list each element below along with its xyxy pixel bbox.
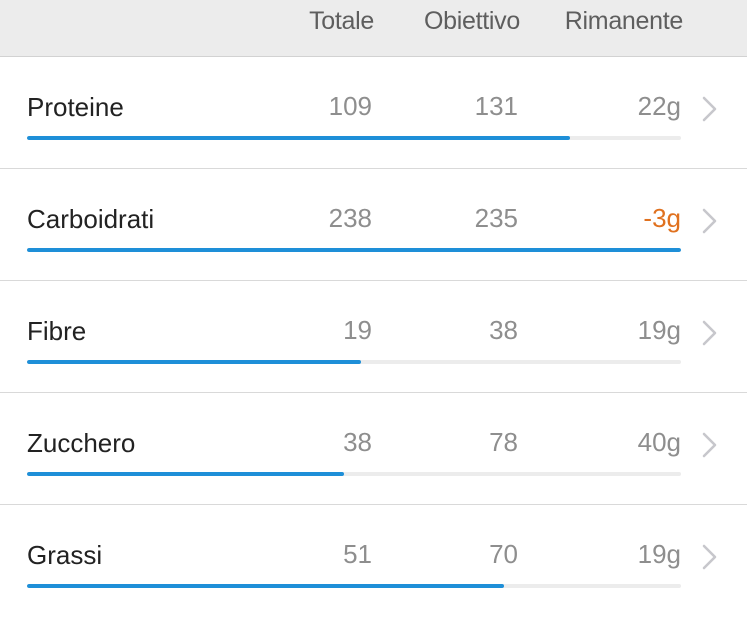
nutrient-goal: 131	[474, 91, 518, 121]
header-total: Totale	[309, 7, 374, 35]
progress-track	[27, 360, 681, 364]
nutrient-total: 51	[343, 539, 372, 569]
nutrient-row-grassi[interactable]: Grassi 51 70 19g	[0, 505, 747, 617]
nutrient-name: Fibre	[27, 316, 87, 346]
progress-track	[27, 472, 681, 476]
nutrient-remaining: -3g	[643, 203, 681, 233]
nutrient-name: Proteine	[27, 92, 124, 122]
nutrient-remaining: 22g	[637, 91, 681, 121]
chevron-right-icon	[702, 208, 717, 234]
column-header: Totale Obiettivo Rimanente	[0, 0, 747, 57]
progress-track	[27, 584, 681, 588]
progress-fill	[27, 360, 361, 364]
nutrient-goal: 235	[474, 203, 518, 233]
nutrient-remaining: 19g	[637, 539, 681, 569]
progress-fill	[27, 584, 505, 588]
chevron-right-icon	[702, 96, 717, 122]
nutrient-goal: 38	[489, 315, 518, 345]
nutrient-row-zucchero[interactable]: Zucchero 38 78 40g	[0, 393, 747, 505]
nutrient-name: Zucchero	[27, 428, 136, 458]
chevron-right-icon	[702, 544, 717, 570]
progress-fill	[27, 472, 345, 476]
nutrient-row-fibre[interactable]: Fibre 19 38 19g	[0, 281, 747, 393]
nutrient-row-carboidrati[interactable]: Carboidrati 238 235 -3g	[0, 169, 747, 281]
nutrient-goal: 78	[489, 427, 518, 457]
progress-fill	[27, 136, 570, 140]
chevron-right-icon	[702, 320, 717, 346]
nutrient-total: 19	[343, 315, 372, 345]
nutrient-total: 38	[343, 427, 372, 457]
nutrient-name: Grassi	[27, 540, 103, 570]
nutrient-remaining: 19g	[637, 315, 681, 345]
progress-track	[27, 136, 681, 140]
nutrient-total: 238	[328, 203, 372, 233]
nutrient-total: 109	[328, 91, 372, 121]
progress-track	[27, 248, 681, 252]
nutrient-remaining: 40g	[637, 427, 681, 457]
progress-fill	[27, 248, 681, 252]
nutrient-row-proteine[interactable]: Proteine 109 131 22g	[0, 57, 747, 169]
nutrient-goal: 70	[489, 539, 518, 569]
header-goal: Obiettivo	[424, 7, 520, 35]
chevron-right-icon	[702, 432, 717, 458]
nutrient-name: Carboidrati	[27, 204, 155, 234]
header-remaining: Rimanente	[564, 7, 684, 35]
